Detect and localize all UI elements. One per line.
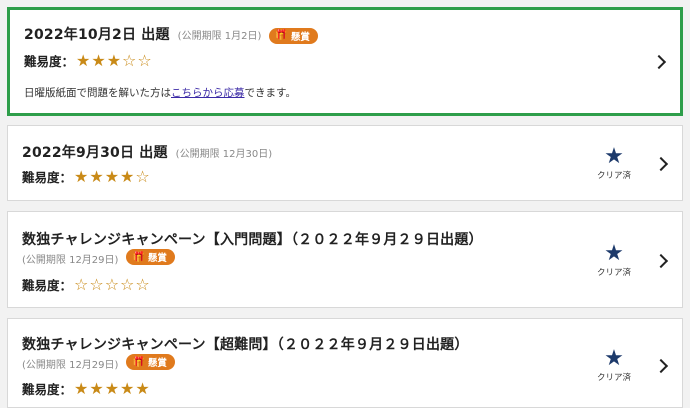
entry-link[interactable]: こちらから応募 <box>171 87 245 99</box>
card-title-row: 2022年10月2日 出題 (公開期限 1月2日) 🎁 懸賞 <box>24 24 318 45</box>
gift-icon: 🎁 <box>132 356 145 368</box>
clear-label: クリア済 <box>596 171 631 181</box>
card-deadline: (公開期限 12月29日) <box>22 254 119 266</box>
star-icon: ★ <box>604 346 624 371</box>
star-icon: ★ <box>604 241 624 266</box>
difficulty-label: 難易度： <box>22 382 73 397</box>
difficulty-row: 難易度： ★★★★☆ <box>22 167 151 186</box>
card-meta-row: (公開期限 12月29日) 🎁 懸賞 <box>22 249 175 266</box>
puzzle-card[interactable]: 2022年9月30日 出題 (公開期限 12月30日) 難易度： ★★★★☆ ★… <box>7 125 683 201</box>
difficulty-row: 難易度： ★★★☆☆ <box>24 51 153 70</box>
puzzle-card[interactable]: 2022年10月2日 出題 (公開期限 1月2日) 🎁 懸賞 難易度： ★★★☆… <box>7 7 683 116</box>
difficulty-label: 難易度： <box>24 54 75 69</box>
gift-icon: 🎁 <box>132 251 145 263</box>
chevron-right-icon[interactable] <box>653 156 669 172</box>
puzzle-card[interactable]: 数独チャレンジキャンペーン【超難問】（２０２２年９月２９日出題） (公開期限 1… <box>7 318 683 408</box>
prize-badge: 🎁 懸賞 <box>269 27 318 44</box>
difficulty-stars: ☆☆☆☆☆ <box>74 275 151 294</box>
prize-badge-label: 懸賞 <box>290 31 310 43</box>
clear-label: クリア済 <box>596 373 631 383</box>
entry-note-text: 日曜版紙面で問題を解いた方は <box>24 87 171 99</box>
difficulty-stars: ★★★★★ <box>74 379 151 398</box>
card-title-row: 数独チャレンジキャンペーン【超難問】（２０２２年９月２９日出題） <box>22 334 469 354</box>
card-title: 数独チャレンジキャンペーン【入門問題】（２０２２年９月２９日出題） <box>22 232 483 248</box>
prize-badge-label: 懸賞 <box>147 253 167 264</box>
card-title-row: 2022年9月30日 出題 (公開期限 12月30日) <box>22 142 272 162</box>
card-title: 数独チャレンジキャンペーン【超難問】（２０２２年９月２９日出題） <box>22 337 469 353</box>
card-title: 2022年9月30日 出題 <box>22 145 168 161</box>
card-meta-row: (公開期限 12月29日) 🎁 懸賞 <box>22 354 175 371</box>
chevron-right-icon[interactable] <box>653 253 669 269</box>
difficulty-stars: ★★★★☆ <box>74 167 151 186</box>
puzzle-card[interactable]: 数独チャレンジキャンペーン【入門問題】（２０２２年９月２９日出題） (公開期限 … <box>7 211 683 308</box>
entry-note: 日曜版紙面で問題を解いた方はこちらから応募できます。 <box>24 85 296 100</box>
card-deadline: (公開期限 1月2日) <box>177 31 262 42</box>
prize-badge: 🎁 懸賞 <box>126 249 175 265</box>
clear-label: クリア済 <box>596 268 631 278</box>
card-deadline: (公開期限 12月30日) <box>175 149 273 160</box>
difficulty-label: 難易度： <box>22 278 73 293</box>
prize-badge: 🎁 懸賞 <box>126 354 175 370</box>
difficulty-label: 難易度： <box>22 170 73 185</box>
gift-icon: 🎁 <box>275 30 288 41</box>
card-title: 2022年10月2日 出題 <box>24 27 170 43</box>
clear-status: ★ クリア済 <box>594 144 634 182</box>
difficulty-stars: ★★★☆☆ <box>76 51 153 70</box>
clear-status: ★ クリア済 <box>594 346 634 384</box>
difficulty-row: 難易度： ☆☆☆☆☆ <box>22 275 151 294</box>
card-deadline: (公開期限 12月29日) <box>22 359 119 371</box>
entry-note-suffix: できます。 <box>244 87 296 99</box>
prize-badge-label: 懸賞 <box>147 358 167 369</box>
chevron-right-icon[interactable] <box>653 358 669 374</box>
card-title-row: 数独チャレンジキャンペーン【入門問題】（２０２２年９月２９日出題） <box>22 229 483 249</box>
star-icon: ★ <box>604 144 624 169</box>
difficulty-row: 難易度： ★★★★★ <box>22 379 151 398</box>
clear-status: ★ クリア済 <box>594 241 634 279</box>
chevron-right-icon[interactable] <box>651 54 667 70</box>
